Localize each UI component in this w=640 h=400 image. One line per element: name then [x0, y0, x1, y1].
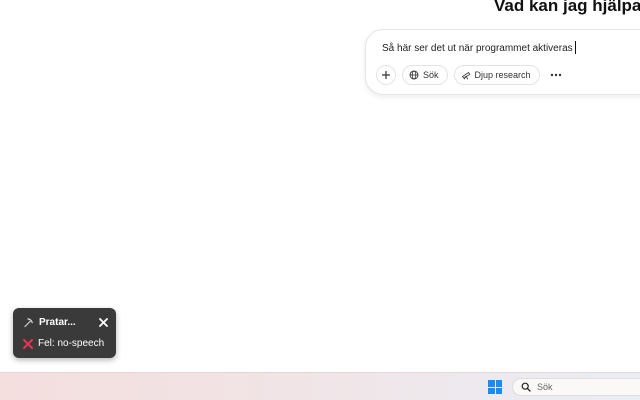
plus-icon	[382, 71, 390, 79]
search-button-label: Sök	[423, 70, 439, 80]
add-button[interactable]	[376, 65, 396, 85]
deep-research-button[interactable]: Djup research	[453, 65, 540, 85]
close-button[interactable]	[99, 318, 108, 327]
toast-error-row: Fel: no-speech	[23, 338, 104, 349]
taskbar-search-box[interactable]: Sök	[512, 378, 640, 396]
voice-status-toast: Pratar... Fel: no-speech	[13, 308, 116, 358]
pickaxe-icon	[24, 318, 33, 328]
toast-error-text: Fel: no-speech	[38, 338, 105, 349]
taskbar-search-placeholder: Sök	[537, 382, 553, 392]
windows-logo-icon[interactable]	[488, 380, 502, 394]
chat-composer[interactable]: Så här ser det ut när programmet aktiver…	[365, 29, 640, 95]
composer-input[interactable]: Så här ser det ut när programmet aktiver…	[382, 41, 576, 54]
search-button[interactable]: Sök	[402, 65, 448, 85]
page-heading: Vad kan jag hjälpa	[494, 0, 640, 15]
toast-title: Pratar...	[39, 317, 76, 328]
telescope-icon	[461, 71, 470, 80]
composer-actions: Sök Djup research	[376, 65, 566, 85]
error-cross-icon	[23, 338, 33, 349]
more-dots-icon	[550, 73, 561, 77]
close-icon	[99, 318, 108, 327]
composer-text: Så här ser det ut när programmet aktiver…	[382, 43, 573, 54]
deep-research-label: Djup research	[474, 70, 531, 80]
search-icon	[521, 382, 531, 392]
toast-header: Pratar...	[23, 317, 108, 328]
globe-icon	[409, 70, 419, 80]
desktop-screen: Vad kan jag hjälpa Så här ser det ut när…	[0, 0, 640, 400]
taskbar: Sök	[0, 372, 640, 400]
text-caret	[574, 41, 576, 54]
more-options-button[interactable]	[545, 65, 566, 85]
